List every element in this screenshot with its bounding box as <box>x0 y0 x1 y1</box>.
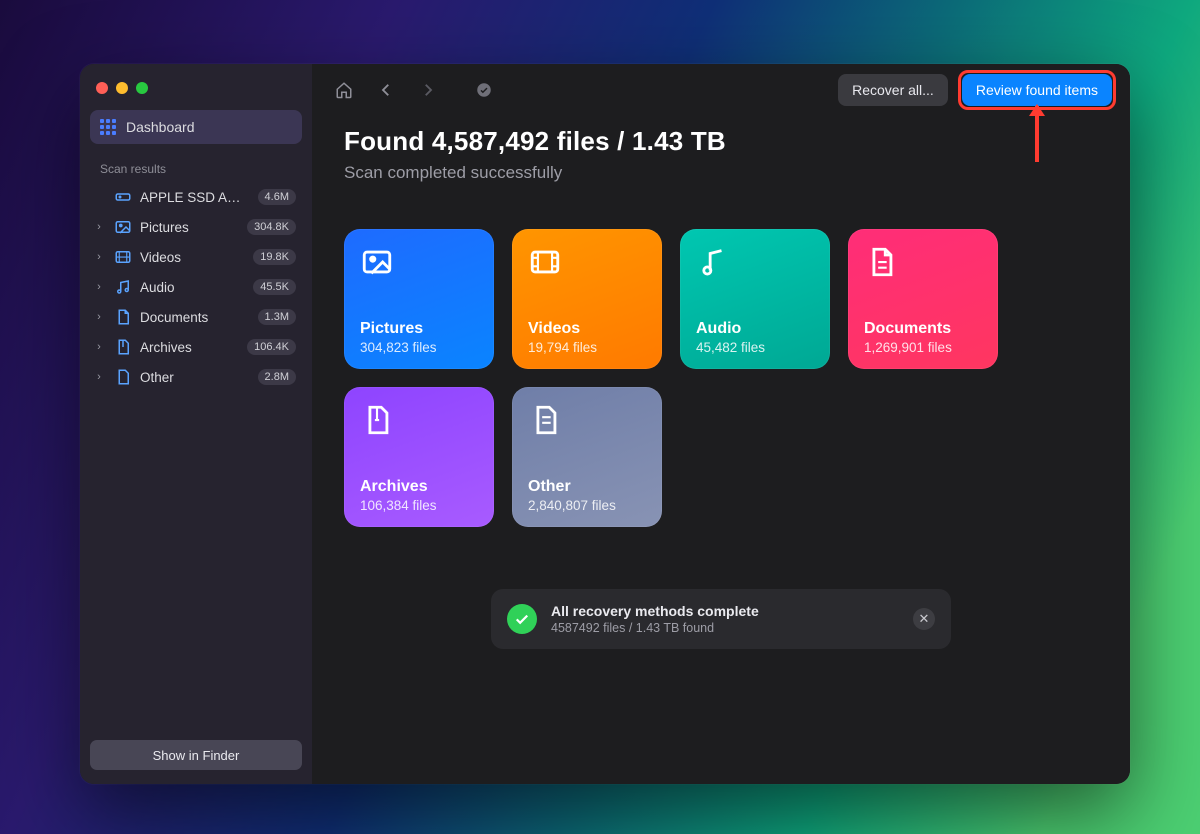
sidebar-section-label: Scan results <box>90 144 302 182</box>
sidebar-item-documents[interactable]: › Documents 1.3M <box>90 302 302 332</box>
nav-back-button[interactable] <box>372 76 400 104</box>
sidebar-item-pictures[interactable]: › Pictures 304.8K <box>90 212 302 242</box>
sidebar-item-archives[interactable]: › Archives 106.4K <box>90 332 302 362</box>
image-icon <box>360 245 394 279</box>
sidebar-item-label: Audio <box>140 280 245 295</box>
main-pane: Recover all... Review found items Found … <box>312 64 1130 784</box>
home-button[interactable] <box>330 76 358 104</box>
close-window-button[interactable] <box>96 82 108 94</box>
archive-icon <box>360 403 394 437</box>
sidebar-item-audio[interactable]: › Audio 45.5K <box>90 272 302 302</box>
sidebar-item-drive[interactable]: APPLE SSD AP0… 4.6M <box>90 182 302 212</box>
sidebar: Dashboard Scan results APPLE SSD AP0… 4.… <box>80 64 312 784</box>
card-sub: 45,482 files <box>696 340 814 355</box>
card-other[interactable]: Other 2,840,807 files <box>512 387 662 527</box>
results-headline: Found 4,587,492 files / 1.43 TB <box>344 126 1098 157</box>
review-button-annotation: Review found items <box>962 74 1112 106</box>
app-window: Dashboard Scan results APPLE SSD AP0… 4.… <box>80 64 1130 784</box>
document-icon <box>864 245 898 279</box>
chevron-right-icon: › <box>92 311 106 323</box>
video-icon <box>528 245 562 279</box>
sidebar-item-count: 45.5K <box>253 279 296 295</box>
card-archives[interactable]: Archives 106,384 files <box>344 387 494 527</box>
card-title: Documents <box>864 320 982 338</box>
image-icon <box>114 218 132 236</box>
archive-icon <box>114 338 132 356</box>
chevron-right-icon: › <box>92 251 106 263</box>
card-title: Videos <box>528 320 646 338</box>
other-icon <box>528 403 562 437</box>
video-icon <box>114 248 132 266</box>
card-documents[interactable]: Documents 1,269,901 files <box>848 229 998 369</box>
drive-count: 4.6M <box>258 189 296 205</box>
card-audio[interactable]: Audio 45,482 files <box>680 229 830 369</box>
sidebar-dashboard-label: Dashboard <box>126 119 195 135</box>
chevron-right-icon: › <box>92 281 106 293</box>
audio-icon <box>114 278 132 296</box>
annotation-arrow <box>1035 106 1039 162</box>
window-traffic-lights <box>90 76 302 110</box>
check-icon <box>507 604 537 634</box>
drive-label: APPLE SSD AP0… <box>140 190 250 205</box>
card-pictures[interactable]: Pictures 304,823 files <box>344 229 494 369</box>
sidebar-item-label: Documents <box>140 310 250 325</box>
card-sub: 304,823 files <box>360 340 478 355</box>
results-subhead: Scan completed successfully <box>344 163 1098 183</box>
chevron-right-icon: › <box>92 371 106 383</box>
sidebar-item-dashboard[interactable]: Dashboard <box>90 110 302 144</box>
recover-all-button[interactable]: Recover all... <box>838 74 948 106</box>
category-cards: Pictures 304,823 files Videos 19,794 fil… <box>344 229 1098 527</box>
minimize-window-button[interactable] <box>116 82 128 94</box>
document-icon <box>114 308 132 326</box>
sidebar-item-label: Pictures <box>140 220 239 235</box>
sidebar-item-count: 19.8K <box>253 249 296 265</box>
audio-icon <box>696 245 730 279</box>
card-title: Other <box>528 478 646 496</box>
chevron-right-icon: › <box>92 221 106 233</box>
other-icon <box>114 368 132 386</box>
card-title: Audio <box>696 320 814 338</box>
sidebar-item-label: Archives <box>140 340 239 355</box>
card-sub: 2,840,807 files <box>528 498 646 513</box>
sidebar-item-count: 1.3M <box>258 309 296 325</box>
sidebar-item-label: Videos <box>140 250 245 265</box>
content: Found 4,587,492 files / 1.43 TB Scan com… <box>312 116 1130 784</box>
card-sub: 19,794 files <box>528 340 646 355</box>
toolbar: Recover all... Review found items <box>312 64 1130 116</box>
sidebar-item-count: 2.8M <box>258 369 296 385</box>
chevron-right-icon: › <box>92 341 106 353</box>
toast-close-button[interactable]: ✕ <box>913 608 935 630</box>
show-in-finder-button[interactable]: Show in Finder <box>90 740 302 770</box>
dashboard-icon <box>100 119 116 135</box>
nav-forward-button[interactable] <box>414 76 442 104</box>
toast-title: All recovery methods complete <box>551 603 759 619</box>
sidebar-item-other[interactable]: › Other 2.8M <box>90 362 302 392</box>
toast-sub: 4587492 files / 1.43 TB found <box>551 621 759 635</box>
sidebar-item-label: Other <box>140 370 250 385</box>
sidebar-item-count: 304.8K <box>247 219 296 235</box>
card-title: Archives <box>360 478 478 496</box>
card-videos[interactable]: Videos 19,794 files <box>512 229 662 369</box>
zoom-window-button[interactable] <box>136 82 148 94</box>
sidebar-item-videos[interactable]: › Videos 19.8K <box>90 242 302 272</box>
sidebar-item-count: 106.4K <box>247 339 296 355</box>
completion-toast: All recovery methods complete 4587492 fi… <box>491 589 951 649</box>
card-sub: 106,384 files <box>360 498 478 513</box>
card-sub: 1,269,901 files <box>864 340 982 355</box>
status-check-icon <box>470 76 498 104</box>
drive-icon <box>114 188 132 206</box>
card-title: Pictures <box>360 320 478 338</box>
